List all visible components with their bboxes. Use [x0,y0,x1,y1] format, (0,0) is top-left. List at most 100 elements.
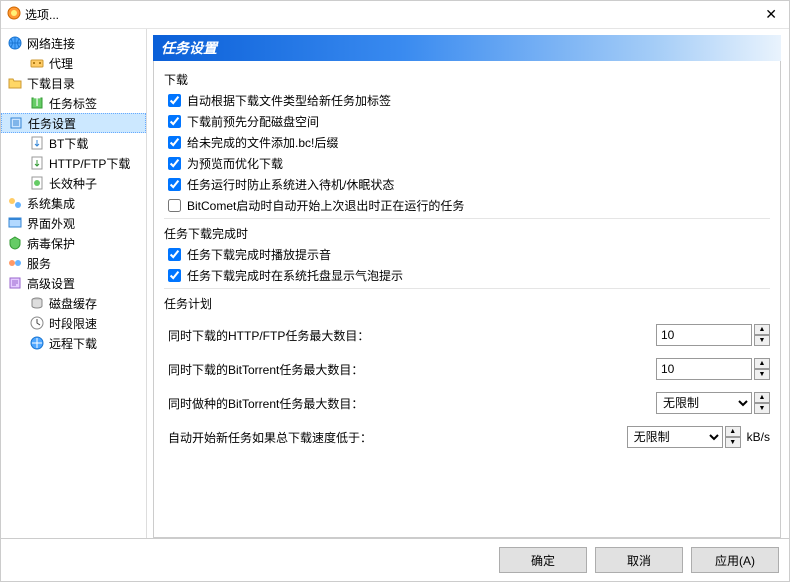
sidebar-item-6[interactable]: HTTP/FTP下载 [1,153,146,173]
download-check-label-1: 下载前预先分配磁盘空间 [187,113,319,130]
close-icon[interactable]: ✕ [759,4,783,25]
window-title: 选项... [25,6,759,23]
virus-icon [7,235,23,251]
sidebar-item-12[interactable]: 高级设置 [1,273,146,293]
sidebar-item-label: 代理 [49,55,73,72]
footer: 确定 取消 应用(A) [1,538,789,581]
bt-icon [29,135,45,151]
sidebar-item-label: 下载目录 [27,75,75,92]
download-check-row-0[interactable]: 自动根据下载文件类型给新任务加标签 [168,92,770,109]
spin-up-2[interactable]: ▲ [754,392,770,403]
sidebar-item-9[interactable]: 界面外观 [1,213,146,233]
sidebar-item-label: 长效种子 [49,175,97,192]
spin-up-3[interactable]: ▲ [725,426,741,437]
sidebar-item-label: 远程下载 [49,335,97,352]
complete-check-label-0: 任务下载完成时播放提示音 [187,246,331,263]
appearance-icon [7,215,23,231]
sidebar-item-11[interactable]: 服务 [1,253,146,273]
download-check-label-3: 为预览而优化下载 [187,155,283,172]
spin-down-2[interactable]: ▼ [754,403,770,414]
section-schedule: 任务计划 [164,295,770,312]
cancel-button[interactable]: 取消 [595,547,683,573]
section-complete: 任务下载完成时 [164,225,770,242]
schedule-label-1: 同时下载的BitTorrent任务最大数目： [168,361,656,378]
sidebar-item-label: 高级设置 [27,275,75,292]
sidebar-item-10[interactable]: 病毒保护 [1,233,146,253]
download-check-label-5: BitComet启动时自动开始上次退出时正在运行的任务 [187,197,464,214]
folder-icon [7,75,23,91]
sidebar-item-8[interactable]: 系统集成 [1,193,146,213]
schedule-unit-3: kB/s [747,430,770,444]
spin-down-0[interactable]: ▼ [754,335,770,346]
download-check-row-5[interactable]: BitComet启动时自动开始上次退出时正在运行的任务 [168,197,770,214]
app-icon [7,6,21,23]
sidebar-item-5[interactable]: BT下载 [1,133,146,153]
sidebar-item-label: 时段限速 [49,315,97,332]
svg-text:T: T [33,95,41,109]
schedule-select-2[interactable]: 无限制 [656,392,752,414]
sidebar-item-label: 病毒保护 [27,235,75,252]
section-download: 下载 [164,71,770,88]
seed-icon [29,175,45,191]
settings-icon [8,115,24,131]
sidebar-item-7[interactable]: 长效种子 [1,173,146,193]
proxy-icon [29,55,45,71]
schedule-row-0: 同时下载的HTTP/FTP任务最大数目： ▲▼ [168,324,770,346]
panel-body: 下载 自动根据下载文件类型给新任务加标签下载前预先分配磁盘空间给未完成的文件添加… [153,61,781,538]
download-check-checkbox-1[interactable] [168,115,181,128]
schedule-select-3[interactable]: 无限制 [627,426,723,448]
sidebar-item-label: 磁盘缓存 [49,295,97,312]
ok-button[interactable]: 确定 [499,547,587,573]
download-check-checkbox-2[interactable] [168,136,181,149]
sidebar-item-14[interactable]: 时段限速 [1,313,146,333]
advanced-icon [7,275,23,291]
schedule-label-3: 自动开始新任务如果总下载速度低于： [168,429,627,446]
download-check-row-3[interactable]: 为预览而优化下载 [168,155,770,172]
schedule-input-0[interactable] [656,324,752,346]
integration-icon [7,195,23,211]
globe-icon [7,35,23,51]
download-check-checkbox-4[interactable] [168,178,181,191]
schedule-label-0: 同时下载的HTTP/FTP任务最大数目： [168,327,656,344]
sidebar-item-label: 系统集成 [27,195,75,212]
sidebar-item-3[interactable]: T 任务标签 [1,93,146,113]
disk-icon [29,295,45,311]
sidebar-item-0[interactable]: 网络连接 [1,33,146,53]
remote-icon [29,335,45,351]
schedule-input-1[interactable] [656,358,752,380]
complete-check-checkbox-0[interactable] [168,248,181,261]
complete-check-label-1: 任务下载完成时在系统托盘显示气泡提示 [187,267,403,284]
download-check-row-1[interactable]: 下载前预先分配磁盘空间 [168,113,770,130]
sidebar-item-label: BT下载 [49,135,88,152]
apply-button[interactable]: 应用(A) [691,547,779,573]
schedule-row-2: 同时做种的BitTorrent任务最大数目：无限制▲▼ [168,392,770,414]
titlebar: 选项... ✕ [1,1,789,29]
spin-down-3[interactable]: ▼ [725,437,741,448]
complete-check-checkbox-1[interactable] [168,269,181,282]
download-check-label-2: 给未完成的文件添加.bc!后缀 [187,134,338,151]
sidebar-item-label: 任务标签 [49,95,97,112]
download-check-label-4: 任务运行时防止系统进入待机/休眠状态 [187,176,394,193]
service-icon [7,255,23,271]
tag-icon: T [29,95,45,111]
sidebar: 网络连接代理下载目录 T 任务标签任务设置 BT下载HTTP/FTP下载长效种子系统集… [1,29,147,538]
spin-up-0[interactable]: ▲ [754,324,770,335]
download-check-row-2[interactable]: 给未完成的文件添加.bc!后缀 [168,134,770,151]
sidebar-item-1[interactable]: 代理 [1,53,146,73]
sidebar-item-13[interactable]: 磁盘缓存 [1,293,146,313]
schedule-label-2: 同时做种的BitTorrent任务最大数目： [168,395,656,412]
sidebar-item-15[interactable]: 远程下载 [1,333,146,353]
complete-check-row-0[interactable]: 任务下载完成时播放提示音 [168,246,770,263]
sidebar-item-label: 界面外观 [27,215,75,232]
download-check-checkbox-0[interactable] [168,94,181,107]
spin-down-1[interactable]: ▼ [754,369,770,380]
schedule-row-1: 同时下载的BitTorrent任务最大数目： ▲▼ [168,358,770,380]
sidebar-item-4[interactable]: 任务设置 [1,113,146,133]
complete-check-row-1[interactable]: 任务下载完成时在系统托盘显示气泡提示 [168,267,770,284]
sidebar-item-2[interactable]: 下载目录 [1,73,146,93]
download-check-checkbox-3[interactable] [168,157,181,170]
download-check-checkbox-5[interactable] [168,199,181,212]
spin-up-1[interactable]: ▲ [754,358,770,369]
sidebar-item-label: 服务 [27,255,51,272]
download-check-row-4[interactable]: 任务运行时防止系统进入待机/休眠状态 [168,176,770,193]
